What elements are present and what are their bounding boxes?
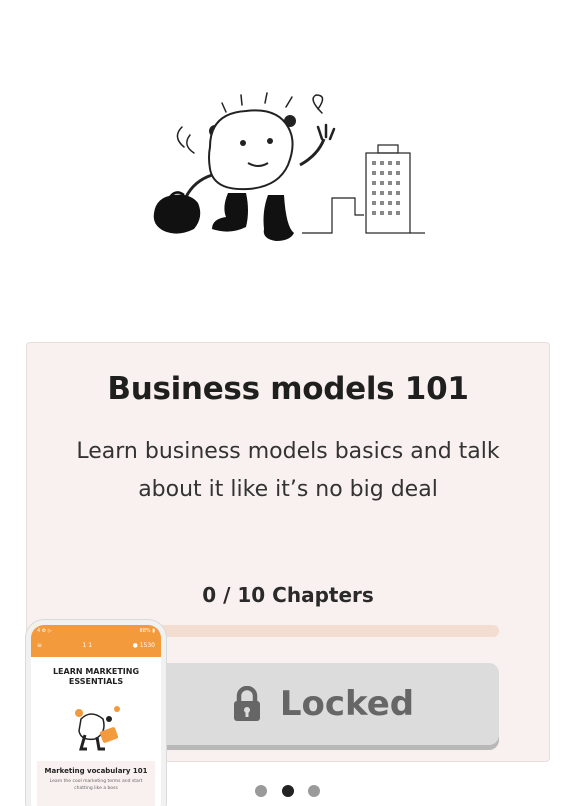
pager-dot-2-active[interactable] (282, 785, 294, 797)
phone-mascot-illustration (75, 706, 120, 751)
pager-dot-1[interactable] (255, 785, 267, 797)
phone-status-bar: 4 ⚙ ▷ 88% ▮ (37, 628, 155, 634)
phone-card-description: Learn the cool marketing terms and start… (49, 779, 143, 791)
chapter-progress-label: 0 / 10 Chapters (202, 583, 374, 607)
phone-menu-icon: ≡ (37, 642, 43, 649)
phone-status-right: 88% ▮ (139, 628, 155, 634)
phone-course-card: Marketing vocabulary 101 Learn the cool … (37, 761, 155, 806)
lock-icon (233, 686, 260, 721)
phone-app-bar-stats: 1 1 (82, 642, 93, 649)
phone-header: 4 ⚙ ▷ 88% ▮ ≡ 1 1 ● 1530 (31, 625, 161, 657)
phone-card-title: Marketing vocabulary 101 (44, 767, 148, 775)
phone-heading: LEARN MARKETING ESSENTIALS (52, 667, 140, 686)
course-title: Business models 101 (107, 371, 469, 407)
progress-bar (147, 625, 499, 637)
phone-status-left: 4 ⚙ ▷ (37, 628, 52, 634)
pager-dot-3[interactable] (308, 785, 320, 797)
locked-button-label: Locked (279, 684, 415, 724)
phone-app-bar-score: ● 1530 (132, 642, 155, 649)
phone-preview: 4 ⚙ ▷ 88% ▮ ≡ 1 1 ● 1530 LEARN MARKETING… (26, 620, 166, 806)
locked-button[interactable]: Locked (147, 663, 499, 745)
course-description: Learn business models basics and talk ab… (76, 439, 500, 502)
phone-app-bar: ≡ 1 1 ● 1530 (37, 642, 155, 649)
mascot-illustration (153, 92, 425, 241)
